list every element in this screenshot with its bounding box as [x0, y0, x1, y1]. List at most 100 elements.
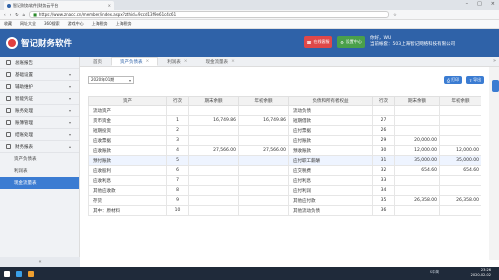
home-icon[interactable]: ⌂: [23, 12, 26, 17]
table-cell: 1: [166, 115, 189, 126]
table-cell: [188, 165, 239, 176]
bookmark-item[interactable]: 收藏: [4, 21, 12, 27]
sidebar-item[interactable]: 结账处理 ▾: [0, 129, 79, 141]
sidebar-subitem[interactable]: 资产负债表: [0, 153, 79, 165]
minimize-icon[interactable]: –: [466, 1, 469, 7]
table-cell: 29: [372, 135, 395, 146]
address-bar: ‹ › ↻ ⌂ ■ https://www.znacc.cn/member/in…: [0, 10, 499, 20]
table-cell: 26: [372, 125, 395, 136]
feedback-icon[interactable]: [492, 80, 499, 92]
bookmark-item[interactable]: 上海税务: [116, 21, 132, 27]
star-icon[interactable]: ☆: [393, 12, 397, 17]
table-row[interactable]: 短期投资 2 应付票据 26: [88, 125, 481, 136]
table-row[interactable]: 应收股利 6 应交税费 32 654.60 654.60: [88, 165, 481, 176]
sidebar-item[interactable]: 账务处理 ▾: [0, 105, 79, 117]
app-header: 智记财务软件 ☎ 在线客服 ⚙ 设置中心 你好，WU 当前帐套：503上海智记网…: [0, 29, 499, 57]
chevron-icon: ▾: [68, 72, 71, 77]
table-cell: 10: [166, 205, 189, 216]
settings-center-button[interactable]: ⚙ 设置中心: [337, 36, 365, 48]
page-tab[interactable]: 首页: [84, 57, 111, 66]
sidebar-subitem[interactable]: 利润表: [0, 165, 79, 177]
forward-icon[interactable]: ›: [10, 12, 12, 17]
sidebar-item[interactable]: 财务报表 ▴: [0, 141, 79, 153]
close-tab-icon[interactable]: ×: [108, 3, 111, 8]
current-account[interactable]: 当前帐套：503上海智记网络科技有限公司: [370, 42, 455, 48]
table-cell: [188, 175, 239, 186]
sidebar-item[interactable]: 总账报告: [0, 57, 79, 69]
menu-item-icon: [6, 120, 11, 125]
bookmark-item[interactable]: 游戏中心: [68, 21, 84, 27]
tabs-menu-icon[interactable]: »: [493, 58, 496, 64]
table-row[interactable]: 应收票据 3 应付账款 29 20,000.00: [88, 135, 481, 146]
table-cell: [439, 135, 481, 146]
table-row[interactable]: 预付账款 5 应付职工薪酬 31 35,000.00 35,000.00: [88, 155, 481, 166]
sidebar-collapse-button[interactable]: «: [0, 257, 80, 267]
table-cell: [394, 105, 440, 116]
browser-taskbar-icon[interactable]: [16, 270, 22, 277]
maximize-icon[interactable]: □: [477, 1, 482, 7]
sidebar-item[interactable]: 辅助维护 ▾: [0, 81, 79, 93]
logo-mark-icon: [6, 37, 18, 49]
page-tab[interactable]: 现金流量表 ×: [197, 57, 244, 66]
page-tab-label: 现金流量表: [205, 59, 229, 65]
table-cell: 6: [166, 165, 189, 176]
chevron-icon: ▾: [68, 120, 71, 125]
menu-item-icon: [6, 132, 11, 137]
table-cell: 20,000.00: [394, 135, 440, 146]
table-cell: [439, 105, 481, 116]
close-window-icon[interactable]: ×: [491, 1, 495, 7]
sidebar-item[interactable]: 账簿管理 ▾: [0, 117, 79, 129]
start-icon[interactable]: [4, 270, 10, 277]
bookmark-item[interactable]: 网址大全: [20, 21, 36, 27]
close-tab-icon[interactable]: ×: [231, 59, 235, 64]
table-cell: 26,358.00: [439, 195, 481, 206]
table-cell: 33: [372, 175, 395, 186]
table-cell: [166, 105, 189, 116]
table-cell: 2: [166, 125, 189, 136]
table-cell: [238, 175, 289, 186]
table-cell: 27,566.00: [188, 145, 239, 156]
refresh-icon[interactable]: ↻: [15, 12, 18, 17]
table-row[interactable]: 货币资金 1 16,749.86 16,749.86 短期借款 27: [88, 115, 481, 126]
sidebar-item[interactable]: 智能凭证 ▾: [0, 93, 79, 105]
table-cell: 654.60: [394, 165, 440, 176]
table-cell: 34: [372, 185, 395, 196]
column-header: 行次: [372, 96, 395, 106]
customer-service-button[interactable]: ☎ 在线客服: [304, 36, 332, 48]
table-row[interactable]: 其中：原材料 10 其他流动负债 36: [88, 205, 481, 216]
period-select[interactable]: 2020年01期 ▾: [88, 76, 134, 84]
url-field[interactable]: ■ https://www.znacc.cn/member/index.aspx…: [29, 11, 390, 18]
export-button[interactable]: ⇪ 导出: [466, 76, 484, 84]
bookmark-item[interactable]: 上海税务: [92, 21, 108, 27]
close-tab-icon[interactable]: ×: [184, 59, 188, 64]
sidebar-item[interactable]: 基础设置 ▾: [0, 69, 79, 81]
sidebar-item-label: 基础设置: [15, 72, 33, 78]
table-row[interactable]: 存货 9 其他应付款 35 26,358.00 26,358.00: [88, 195, 481, 206]
table-cell: 应收票据: [88, 135, 167, 146]
page-tab[interactable]: 资产负债表 ×: [111, 57, 159, 66]
table-row[interactable]: 流动资产 流动负债: [88, 105, 481, 116]
user-info: 你好，WU 当前帐套：503上海智记网络科技有限公司: [370, 36, 455, 48]
folder-taskbar-icon[interactable]: [28, 270, 34, 277]
table-cell: [188, 105, 239, 116]
bookmark-item[interactable]: 360搜索: [44, 21, 60, 27]
page-tab[interactable]: 利润表 ×: [158, 57, 196, 66]
table-row[interactable]: 其他应收款 8 应付利润 34: [88, 185, 481, 196]
table-cell: 35: [372, 195, 395, 206]
vertical-scrollbar[interactable]: [489, 67, 499, 260]
back-icon[interactable]: ‹: [4, 12, 6, 17]
clock[interactable]: 23:26 2020-02-02: [471, 268, 491, 278]
table-cell: 12,000.00: [394, 145, 440, 156]
report-toolbar: 2020年01期 ▾ ⎙ 打印 ⇪ 导出: [80, 70, 499, 90]
ime-indicator[interactable]: S中简: [430, 270, 439, 275]
browser-tab[interactable]: 智记财务软件|财务云平台 ×: [4, 1, 114, 10]
table-cell: [439, 125, 481, 136]
table-cell: 其他流动负债: [288, 205, 373, 216]
table-row[interactable]: 应收利息 7 应付利息 33: [88, 175, 481, 186]
table-cell: 应付职工薪酬: [288, 155, 373, 166]
close-tab-icon[interactable]: ×: [146, 59, 150, 64]
table-row[interactable]: 应收账款 4 27,566.00 27,566.00 预收账款 30 12,000.00 12…: [88, 145, 481, 156]
sidebar-item-label: 辅助维护: [15, 84, 33, 90]
print-button[interactable]: ⎙ 打印: [444, 76, 462, 84]
sidebar-subitem[interactable]: 现金流量表: [0, 177, 79, 189]
